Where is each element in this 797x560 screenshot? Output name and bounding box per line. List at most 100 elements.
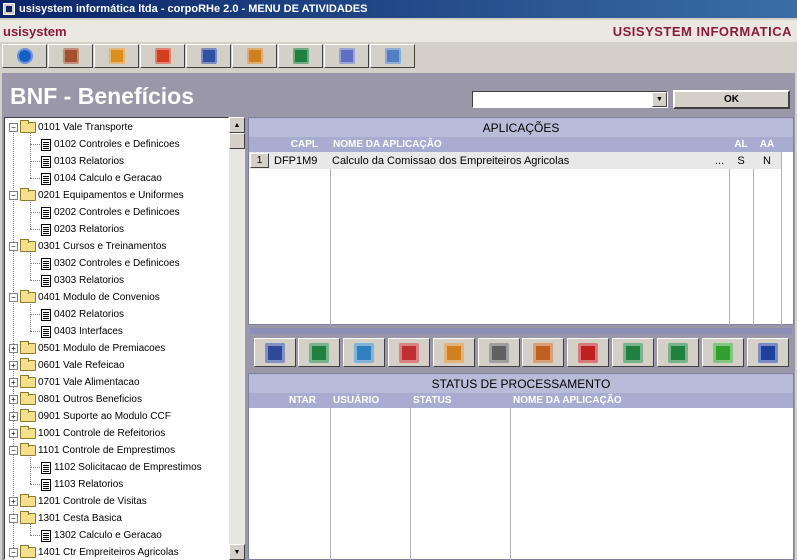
book-icon [246,48,263,64]
folder-icon [20,290,36,303]
scroll-up-icon[interactable]: ▲ [229,117,245,133]
tree-doc-item[interactable]: 0203 Relatorios [41,221,124,238]
collapse-icon[interactable]: − [9,191,18,200]
action-button-2[interactable] [298,338,340,367]
toolbar-button-1[interactable] [2,44,47,68]
toolbar-button-6[interactable] [232,44,277,68]
action-button-9[interactable] [612,338,654,367]
toolbar-button-3[interactable] [94,44,139,68]
tree-folder-item[interactable]: +0901 Suporte ao Modulo CCF [9,408,171,425]
expand-icon[interactable]: + [9,361,18,370]
expand-icon[interactable]: + [9,378,18,387]
action-button-1[interactable] [254,338,296,367]
expand-icon[interactable]: + [9,412,18,421]
expand-icon[interactable]: + [9,395,18,404]
col-nome-aplicacao: NOME DA APLICAÇÃO [330,137,729,152]
cell-ellipsis[interactable]: ... [715,152,724,169]
action-button-11[interactable] [702,338,744,367]
chevron-down-icon[interactable]: ▼ [652,92,667,107]
tree-item-label: 0901 Suporte ao Modulo CCF [38,411,171,422]
tree-folder-item[interactable]: − 1101 Controle de Emprestimos [9,442,175,459]
tree-connector [30,178,40,179]
folder-icon [20,494,36,507]
toolbar-button-7[interactable] [278,44,323,68]
expand-icon[interactable]: + [9,497,18,506]
folder-icon [20,358,36,371]
tree-item-label: 1401 Ctr Empreiteiros Agricolas [38,547,179,558]
tree-folder-item[interactable]: +0501 Modulo de Premiacoes [9,340,165,357]
collapse-icon[interactable]: − [9,514,18,523]
tree-folder-item[interactable]: +0801 Outros Beneficios [9,391,142,408]
collapse-icon[interactable]: − [9,123,18,132]
grid-line [753,152,754,325]
tree-doc-item[interactable]: 0303 Relatorios [41,272,124,289]
tree-scrollbar[interactable]: ▲ ▼ [229,117,245,560]
ok-button[interactable]: OK [673,90,790,109]
row-number[interactable]: 1 [250,153,269,168]
document-icon [41,206,51,219]
document-icon [41,138,51,151]
toolbar-button-9[interactable] [370,44,415,68]
upload-doc-icon [533,342,553,363]
action-button-10[interactable] [657,338,699,367]
tree-item-label: 0701 Vale Alimentacao [38,377,140,388]
scroll-down-icon[interactable]: ▼ [229,544,245,560]
tree-doc-item[interactable]: 0402 Relatorios [41,306,124,323]
action-button-4[interactable] [388,338,430,367]
table-row[interactable]: 1 DFP1M9 Calculo da Comissao dos Empreit… [249,152,781,169]
document-icon [41,223,51,236]
tree-item-label: 0202 Controles e Definicoes [54,207,180,218]
toolbar-button-5[interactable] [186,44,231,68]
tree-doc-item[interactable]: 1102 Solicitacao de Emprestimos [41,459,202,476]
main-panel: BNF - Benefícios ▼ OK − 0101 Vale Transpo… [2,73,795,560]
applications-panel: APLICAÇÕES CAPL NOME DA APLICAÇÃO AL AA … [248,117,794,325]
tree-folder-item[interactable]: − 0301 Cursos e Treinamentos [9,238,166,255]
tree-item-label: 0203 Relatorios [54,224,125,235]
expand-icon[interactable]: + [9,429,18,438]
tree-doc-item[interactable]: 1302 Calculo e Geracao [41,527,162,544]
action-button-5[interactable] [433,338,475,367]
module-select[interactable]: ▼ [472,91,668,108]
tree-doc-item[interactable]: 0104 Calculo e Geracao [41,170,162,187]
tree-doc-item[interactable]: 0202 Controles e Definicoes [41,204,180,221]
toolbar-button-4[interactable] [140,44,185,68]
collapse-icon[interactable]: − [9,548,18,557]
tree-doc-item[interactable]: 0102 Controles e Definicoes [41,136,180,153]
action-button-7[interactable] [522,338,564,367]
action-button-12[interactable] [747,338,789,367]
grid-panel-icon [384,48,401,64]
action-button-3[interactable] [343,338,385,367]
import-doc-icon [668,342,688,363]
tree-folder-item[interactable]: +0701 Vale Alimentacao [9,374,140,391]
tree-folder-item[interactable]: +0601 Vale Refeicao [9,357,125,374]
action-button-6[interactable] [478,338,520,367]
tree-doc-item[interactable]: 1103 Relatorios [41,476,123,493]
applications-title: APLICAÇÕES [249,118,793,137]
action-button-8[interactable] [567,338,609,367]
toolbar-button-2[interactable] [48,44,93,68]
folder-icon [20,409,36,422]
tree-folder-item[interactable]: − 0201 Equipamentos e Uniformes [9,187,184,204]
printer-icon [489,342,509,363]
tree-folder-item[interactable]: +1201 Controle de Visitas [9,493,147,510]
scroll-thumb[interactable] [229,133,245,149]
main-toolbar [0,44,797,70]
tree-doc-item[interactable]: 0103 Relatorios [41,153,124,170]
tree-item-label: 0501 Modulo de Premiacoes [38,343,166,354]
collapse-icon[interactable]: − [9,293,18,302]
module-tree[interactable]: − 0101 Vale Transporte 0102 Controles e De… [4,117,229,560]
tree-folder-item[interactable]: − 0101 Vale Transporte [9,119,133,136]
tree-doc-item[interactable]: 0302 Controles e Definicoes [41,255,180,272]
col-ntar: NTAR [249,393,330,408]
tree-folder-item[interactable]: − 1301 Cesta Basica [9,510,122,527]
folder-icon [20,545,36,558]
folder-icon [20,443,36,456]
toolbar-button-8[interactable] [324,44,369,68]
tree-folder-item[interactable]: − 1401 Ctr Empreiteiros Agricolas [9,544,179,559]
tree-doc-item[interactable]: 0403 Interfaces [41,323,123,340]
tree-folder-item[interactable]: +1001 Controle de Refeitorios [9,425,165,442]
collapse-icon[interactable]: − [9,446,18,455]
tree-folder-item[interactable]: − 0401 Modulo de Convenios [9,289,160,306]
expand-icon[interactable]: + [9,344,18,353]
collapse-icon[interactable]: − [9,242,18,251]
